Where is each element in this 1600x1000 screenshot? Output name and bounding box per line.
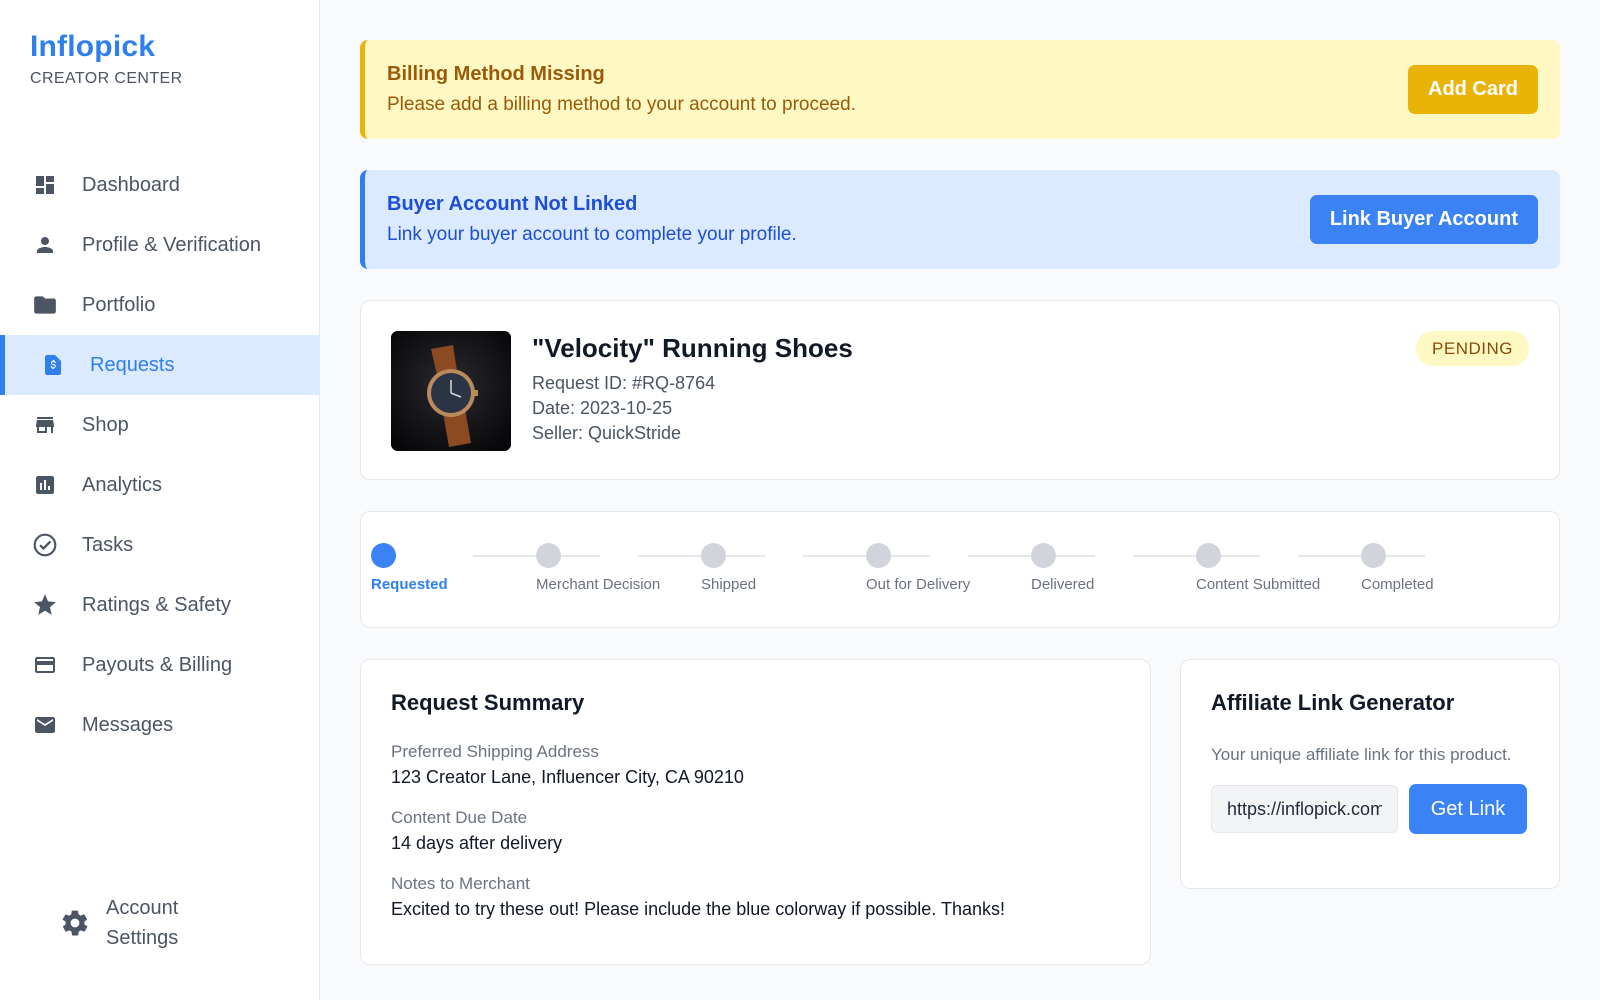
- affiliate-description: Your unique affiliate link for this prod…: [1211, 745, 1512, 764]
- details-row: Request Summary Preferred Shipping Addre…: [360, 659, 1560, 969]
- affiliate-link-card: Affiliate Link Generator Your unique aff…: [1180, 659, 1560, 889]
- progress-step-dot: [371, 543, 396, 568]
- sidebar-item-label: Dashboard: [82, 173, 180, 196]
- affiliate-title: Affiliate Link Generator: [1211, 690, 1455, 715]
- sidebar-item-analytics[interactable]: Analytics: [0, 455, 320, 515]
- billing-alert-title: Billing Method Missing: [387, 63, 605, 85]
- request-summary-title: Request Summary: [391, 690, 585, 715]
- status-badge: PENDING: [1416, 331, 1529, 366]
- brand-subtitle: CREATOR CENTER: [30, 70, 183, 87]
- affiliate-link-row: Get Link: [1211, 784, 1529, 834]
- progress-step-dot: [1031, 543, 1056, 568]
- sidebar-item-label: Analytics: [82, 473, 163, 496]
- notes-field: Notes to Merchant Excited to try these o…: [391, 874, 1120, 920]
- gear-icon: [60, 908, 90, 938]
- progress-step-completed: Completed: [1361, 576, 1434, 593]
- account-settings-label: Account Settings: [106, 897, 179, 949]
- product-image: [391, 331, 511, 451]
- main-content: Billing Method Missing Please add a bill…: [360, 40, 1560, 969]
- billing-alert-message: Please add a billing method to your acco…: [387, 94, 856, 115]
- progress-step-dot: [701, 543, 726, 568]
- check-circle-icon: [32, 532, 58, 558]
- sidebar-item-payouts[interactable]: Payouts & Billing: [0, 635, 320, 695]
- progress-step-dot: [536, 543, 561, 568]
- affiliate-link-input[interactable]: [1211, 785, 1398, 833]
- bar-chart-icon: [32, 472, 58, 498]
- sidebar-nav: Dashboard Profile & Verification Portfol…: [0, 155, 320, 755]
- sidebar-item-profile[interactable]: Profile & Verification: [0, 215, 320, 275]
- folder-icon: [32, 292, 58, 318]
- sidebar-item-label: Messages: [82, 713, 174, 736]
- request-product-card: "Velocity" Running Shoes Request ID: #RQ…: [360, 300, 1560, 480]
- notes-value: Excited to try these out! Please include…: [391, 899, 1006, 919]
- mail-icon: [32, 712, 58, 738]
- person-icon: [32, 232, 58, 258]
- notes-label: Notes to Merchant: [391, 874, 530, 893]
- progress-step-dot: [866, 543, 891, 568]
- request-progress-tracker: Requested Merchant Decision Shipped Out …: [360, 511, 1560, 628]
- sidebar: Inflopick CREATOR CENTER Dashboard Profi…: [0, 0, 320, 1000]
- dashboard-icon: [32, 172, 58, 198]
- progress-step-merchant-decision: Merchant Decision: [536, 576, 661, 593]
- get-link-button[interactable]: Get Link: [1409, 784, 1527, 834]
- sidebar-item-dashboard[interactable]: Dashboard: [0, 155, 320, 215]
- content-due-value: 14 days after delivery: [391, 833, 563, 853]
- star-icon: [32, 592, 58, 618]
- progress-step-content-submitted: Content Submitted: [1196, 576, 1321, 593]
- progress-step-dot: [1361, 543, 1386, 568]
- billing-alert: Billing Method Missing Please add a bill…: [360, 40, 1560, 139]
- brand: Inflopick CREATOR CENTER: [30, 30, 183, 88]
- buyer-alert-title: Buyer Account Not Linked: [387, 193, 638, 215]
- content-due-field: Content Due Date 14 days after delivery: [391, 808, 1120, 854]
- account-settings-link[interactable]: Account Settings: [60, 893, 216, 953]
- progress-step-requested: Requested: [371, 576, 448, 593]
- credit-card-icon: [32, 652, 58, 678]
- content-due-label: Content Due Date: [391, 808, 528, 827]
- store-icon: [32, 412, 58, 438]
- sidebar-item-label: Shop: [82, 413, 129, 436]
- add-card-button[interactable]: Add Card: [1408, 65, 1538, 114]
- progress-step-delivered: Delivered: [1031, 576, 1095, 593]
- sidebar-item-shop[interactable]: Shop: [0, 395, 320, 455]
- request-id: Request ID: #RQ-8764: [532, 373, 716, 393]
- shipping-address-field: Preferred Shipping Address 123 Creator L…: [391, 742, 1120, 788]
- sidebar-item-label: Requests: [90, 353, 175, 376]
- request-document-icon: [40, 352, 66, 378]
- progress-step-dot: [1196, 543, 1221, 568]
- shipping-address-label: Preferred Shipping Address: [391, 742, 599, 761]
- sidebar-item-ratings[interactable]: Ratings & Safety: [0, 575, 320, 635]
- buyer-account-alert: Buyer Account Not Linked Link your buyer…: [360, 170, 1560, 269]
- brand-logo-text[interactable]: Inflopick: [30, 30, 183, 64]
- shipping-address-value: 123 Creator Lane, Influencer City, CA 90…: [391, 767, 744, 787]
- sidebar-item-label: Ratings & Safety: [82, 593, 231, 616]
- request-seller: Seller: QuickStride: [532, 423, 682, 443]
- request-date: Date: 2023-10-25: [532, 398, 673, 418]
- request-summary-card: Request Summary Preferred Shipping Addre…: [360, 659, 1151, 965]
- progress-step-out-for-delivery: Out for Delivery: [866, 576, 971, 593]
- link-buyer-account-button[interactable]: Link Buyer Account: [1309, 195, 1538, 244]
- sidebar-item-label: Profile & Verification: [82, 233, 261, 256]
- product-title: "Velocity" Running Shoes: [532, 333, 853, 363]
- progress-step-shipped: Shipped: [701, 576, 757, 593]
- sidebar-item-tasks[interactable]: Tasks: [0, 515, 320, 575]
- sidebar-item-label: Tasks: [82, 533, 134, 556]
- buyer-alert-message: Link your buyer account to complete your…: [387, 224, 797, 245]
- sidebar-item-label: Portfolio: [82, 293, 156, 316]
- sidebar-item-label: Payouts & Billing: [82, 653, 233, 676]
- sidebar-item-requests[interactable]: Requests: [0, 335, 320, 395]
- sidebar-item-portfolio[interactable]: Portfolio: [0, 275, 320, 335]
- sidebar-item-messages[interactable]: Messages: [0, 695, 320, 755]
